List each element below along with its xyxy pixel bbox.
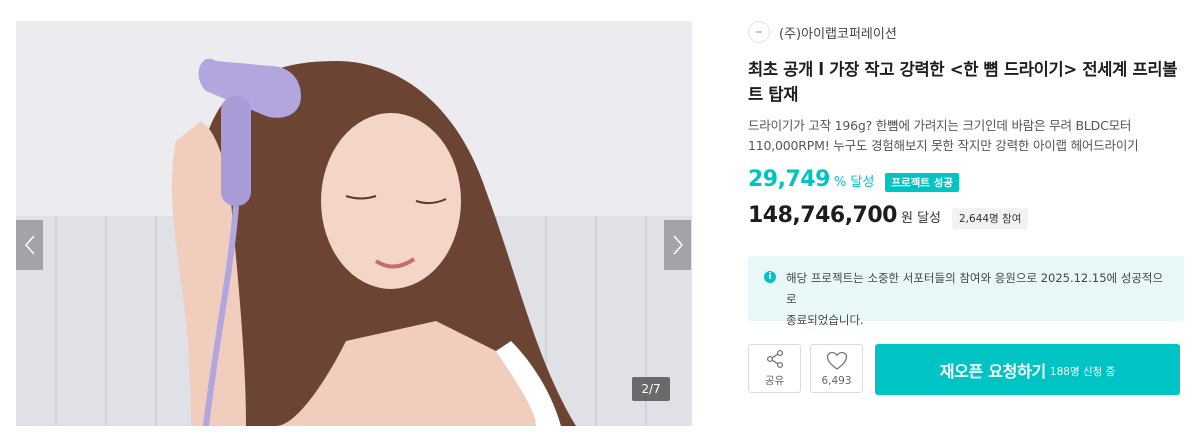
achievement-unit: % 달성	[833, 175, 875, 190]
share-icon	[766, 349, 783, 369]
status-badge: 프로젝트 성공	[885, 172, 959, 192]
reopen-label: 재오픈 요청하기	[939, 361, 1047, 381]
image-counter: 2/7	[632, 377, 670, 401]
project-ended-notice: i 해당 프로젝트는 소중한 서포터들의 참여와 응원으로 2025.12.15…	[748, 256, 1184, 327]
achievement-row: 29,749 % 달성 프로젝트 성공	[748, 167, 1184, 197]
project-description: 드라이기가 고작 196g? 한뼘에 가려지는 크기인데 바람은 무려 BLDC…	[748, 118, 1139, 153]
maker-name[interactable]: (주)아이랩코퍼레이션	[779, 23, 897, 42]
gallery-prev-button[interactable]	[16, 220, 43, 270]
chevron-left-icon	[24, 235, 35, 255]
project-title: 최초 공개 l 가장 작고 강력한 <한 뼘 드라이기> 전세계 프리볼트 탑재	[748, 60, 1178, 104]
gallery-next-button[interactable]	[664, 220, 691, 270]
achievement-rate: 29,749	[748, 167, 830, 192]
amount-row: 148,746,700 원 달성 2,644명 참여	[748, 203, 1184, 233]
reopen-request-button[interactable]: 재오픈 요청하기 188명 신청 중	[875, 344, 1180, 395]
product-photo	[16, 21, 692, 426]
supporter-count-badge: 2,644명 참여	[952, 207, 1029, 229]
notice-line-1: 해당 프로젝트는 소중한 서포터들의 참여와 응원으로 2025.12.15에 …	[786, 271, 1164, 306]
like-button[interactable]: 6,493	[810, 344, 863, 393]
info-icon: i	[764, 271, 776, 283]
notice-text: 해당 프로젝트는 소중한 서포터들의 참여와 응원으로 2025.12.15에 …	[786, 268, 1170, 327]
notice-line-2: 종료되었습니다.	[786, 313, 864, 327]
chevron-right-icon	[672, 235, 683, 255]
maker-logo[interactable]	[748, 21, 770, 43]
amount-unit: 원 달성	[900, 211, 941, 226]
reopen-applicant-count: 188명 신청 중	[1049, 365, 1116, 378]
share-button[interactable]: 공유	[748, 344, 801, 393]
heart-icon	[826, 351, 847, 370]
project-info: (주)아이랩코퍼레이션 최초 공개 l 가장 작고 강력한 <한 뼘 드라이기>…	[748, 21, 1184, 233]
product-image-gallery: 2/7	[16, 21, 692, 426]
action-bar: 공유 6,493 재오픈 요청하기 188명 신청 중	[748, 344, 1184, 395]
like-count: 6,493	[821, 374, 852, 387]
funded-amount: 148,746,700	[748, 203, 897, 228]
maker-profile[interactable]: (주)아이랩코퍼레이션	[748, 21, 1184, 43]
share-label: 공유	[764, 375, 785, 387]
